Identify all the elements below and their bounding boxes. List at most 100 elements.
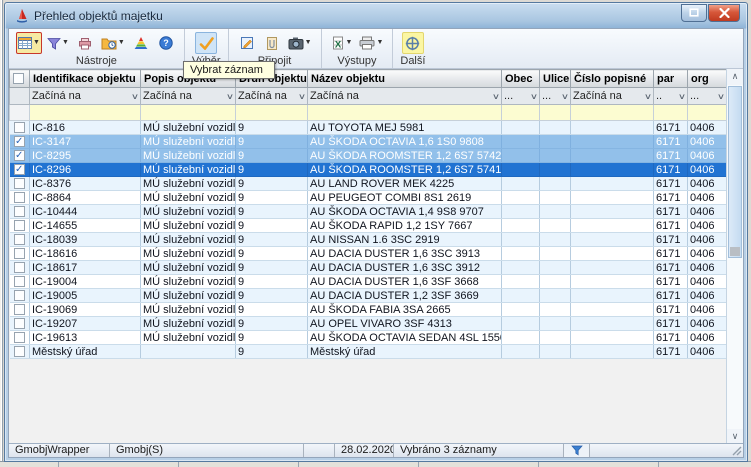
help-button[interactable]: ? — [155, 32, 177, 54]
row-select-cell[interactable] — [10, 261, 30, 275]
table-row[interactable]: ✓IC-8296MÚ služební vozidlo9AU ŠKODA ROO… — [10, 163, 727, 177]
filter-input-par[interactable] — [654, 105, 688, 121]
row-checkbox[interactable]: ✓ — [14, 150, 25, 161]
filter-operator-identifikace[interactable]: Začíná na∨ — [30, 88, 141, 105]
filter-operator-druh[interactable]: Začíná na∨ — [236, 88, 308, 105]
row-checkbox[interactable] — [14, 276, 25, 287]
row-select-cell[interactable] — [10, 303, 30, 317]
title-bar[interactable]: Přehled objektů majetku — [8, 3, 744, 28]
row-select-cell[interactable] — [10, 275, 30, 289]
table-row[interactable]: ✓IC-3147MÚ služební vozidlo9AU ŠKODA OCT… — [10, 135, 727, 149]
layers-pyramid-button[interactable] — [130, 32, 152, 54]
table-row[interactable]: IC-8864MÚ služební vozidlo9AU PEUGEOT CO… — [10, 191, 727, 205]
row-checkbox[interactable] — [14, 192, 25, 203]
row-checkbox[interactable] — [14, 304, 25, 315]
filter-input-cislo-popisne[interactable] — [571, 105, 654, 121]
row-checkbox[interactable] — [14, 332, 25, 343]
history-folder-button[interactable]: ▼ — [99, 32, 127, 54]
filter-operator-popis[interactable]: Začíná na∨ — [141, 88, 236, 105]
edit-note-button[interactable] — [236, 32, 258, 54]
row-select-cell[interactable] — [10, 177, 30, 191]
row-checkbox[interactable] — [14, 234, 25, 245]
row-select-cell[interactable]: ✓ — [10, 163, 30, 177]
row-checkbox[interactable]: ✓ — [14, 136, 25, 147]
table-row[interactable]: IC-19613MÚ služební vozidlo9AU ŠKODA OCT… — [10, 331, 727, 345]
table-row[interactable]: IC-8376MÚ služební vozidlo9AU LAND ROVER… — [10, 177, 727, 191]
row-checkbox[interactable] — [14, 290, 25, 301]
row-checkbox[interactable] — [14, 122, 25, 133]
row-select-cell[interactable] — [10, 219, 30, 233]
row-select-cell[interactable] — [10, 233, 30, 247]
filter-input-org[interactable] — [688, 105, 727, 121]
column-header-cislo-popisne[interactable]: Číslo popisné — [571, 70, 654, 88]
filter-operator-nazev[interactable]: Začíná na∨ — [308, 88, 502, 105]
filter-button[interactable]: ▼ — [45, 32, 71, 54]
filter-input-obec[interactable] — [502, 105, 540, 121]
row-select-cell[interactable] — [10, 289, 30, 303]
row-select-cell[interactable] — [10, 205, 30, 219]
table-row[interactable]: IC-19004MÚ služební vozidlo9AU DACIA DUS… — [10, 275, 727, 289]
cell-identifikace: IC-8864 — [30, 191, 141, 205]
table-row[interactable]: Městský úřad9Městský úřad61710406 — [10, 345, 727, 359]
select-all-checkbox[interactable] — [13, 73, 24, 84]
filter-operator-org[interactable]: ...∨ — [688, 88, 727, 105]
vertical-scrollbar[interactable]: ∧ ∨ — [726, 69, 743, 445]
select-record-button[interactable] — [195, 32, 217, 54]
row-checkbox[interactable]: ✓ — [14, 164, 25, 175]
row-checkbox[interactable] — [14, 220, 25, 231]
filter-input-nazev[interactable] — [308, 105, 502, 121]
column-header-par[interactable]: par — [654, 70, 688, 88]
table-row[interactable]: ✓IC-8295MÚ služební vozidlo9AU ŠKODA ROO… — [10, 149, 727, 163]
row-select-cell[interactable] — [10, 121, 30, 135]
column-header-org[interactable]: org — [688, 70, 727, 88]
row-select-cell[interactable] — [10, 317, 30, 331]
table-row[interactable]: IC-18617MÚ služební vozidlo9AU DACIA DUS… — [10, 261, 727, 275]
resize-grip-icon[interactable] — [731, 445, 742, 456]
table-row[interactable]: IC-18616MÚ služební vozidlo9AU DACIA DUS… — [10, 247, 727, 261]
filter-operator-cislo-popisne[interactable]: Začíná na∨ — [571, 88, 654, 105]
filter-operator-par[interactable]: ..∨ — [654, 88, 688, 105]
row-checkbox[interactable] — [14, 318, 25, 329]
table-row[interactable]: IC-14655MÚ služební vozidlo9AU ŠKODA RAP… — [10, 219, 727, 233]
row-checkbox[interactable] — [14, 346, 25, 357]
filter-input-druh[interactable] — [236, 105, 308, 121]
row-select-cell[interactable] — [10, 345, 30, 359]
copy-print-button[interactable] — [74, 32, 96, 54]
close-button[interactable] — [708, 4, 740, 22]
select-all-header[interactable] — [10, 70, 30, 88]
scrollbar-thumb[interactable] — [728, 86, 742, 258]
row-checkbox[interactable] — [14, 178, 25, 189]
table-row[interactable]: IC-19069MÚ služební vozidlo9AU ŠKODA FAB… — [10, 303, 727, 317]
grid-agenda-button[interactable]: ▼ — [16, 32, 42, 54]
table-row[interactable]: IC-816MÚ služební vozidlo9AU TOYOTA MEJ … — [10, 121, 727, 135]
scroll-up-button[interactable]: ∧ — [727, 69, 743, 85]
table-row[interactable]: IC-19005MÚ služební vozidlo9AU DACIA DUS… — [10, 289, 727, 303]
status-filter-button[interactable] — [564, 444, 590, 457]
filter-input-popis[interactable] — [141, 105, 236, 121]
crosshair-button[interactable] — [402, 32, 424, 54]
filter-input-identifikace[interactable] — [30, 105, 141, 121]
column-header-nazev[interactable]: Název objektu — [308, 70, 502, 88]
table-row[interactable]: IC-18039MÚ služební vozidlo9AU NISSAN 1.… — [10, 233, 727, 247]
row-select-cell[interactable] — [10, 331, 30, 345]
print-button[interactable]: ▼ — [357, 32, 385, 54]
table-row[interactable]: IC-10444MÚ služební vozidlo9AU ŠKODA OCT… — [10, 205, 727, 219]
column-header-ulice[interactable]: Ulice — [540, 70, 571, 88]
column-header-identifikace[interactable]: Identifikace objektu — [30, 70, 141, 88]
filter-operator-obec[interactable]: ...∨ — [502, 88, 540, 105]
row-select-cell[interactable]: ✓ — [10, 149, 30, 163]
table-row[interactable]: IC-19207MÚ služební vozidlo9AU OPEL VIVA… — [10, 317, 727, 331]
attach-document-button[interactable] — [261, 32, 283, 54]
camera-button[interactable]: ▼ — [286, 32, 314, 54]
row-checkbox[interactable] — [14, 262, 25, 273]
row-select-cell[interactable]: ✓ — [10, 135, 30, 149]
row-checkbox[interactable] — [14, 248, 25, 259]
row-checkbox[interactable] — [14, 206, 25, 217]
excel-export-button[interactable]: X ▼ — [329, 32, 355, 54]
row-select-cell[interactable] — [10, 191, 30, 205]
column-header-obec[interactable]: Obec — [502, 70, 540, 88]
filter-input-ulice[interactable] — [540, 105, 571, 121]
restore-button[interactable] — [681, 4, 707, 22]
row-select-cell[interactable] — [10, 247, 30, 261]
filter-operator-ulice[interactable]: ...∨ — [540, 88, 571, 105]
